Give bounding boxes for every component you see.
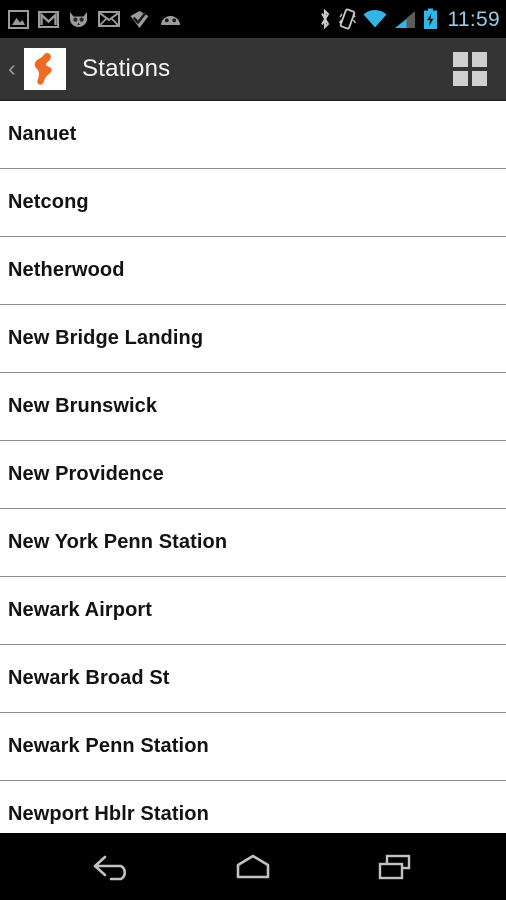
list-item-label: Newark Broad St: [8, 667, 170, 689]
wifi-icon: [363, 9, 386, 27]
cat-face-icon: [70, 11, 87, 27]
list-item[interactable]: New Brunswick: [0, 373, 506, 441]
grid-square-4: [472, 70, 487, 86]
back-button[interactable]: [76, 842, 146, 892]
up-navigation-chevron-icon[interactable]: ‹: [2, 57, 22, 80]
android-screen: 11:59 ‹ Stations Nanuet Netcong Netherwood…: [0, 0, 506, 900]
screenshot-image-icon: [8, 9, 29, 29]
gmail-icon: [38, 10, 59, 28]
home-button[interactable]: [218, 842, 288, 892]
android-head-icon: [161, 15, 180, 25]
list-item-label: New York Penn Station: [8, 531, 228, 553]
list-item[interactable]: Netcong: [0, 169, 506, 237]
email-envelope-icon: [98, 11, 120, 27]
list-item[interactable]: Newport Hblr Station: [0, 781, 506, 833]
system-navigation-bar: [0, 833, 506, 900]
status-bar-system-icons: 11:59: [318, 8, 501, 30]
list-item-label: New Bridge Landing: [8, 327, 204, 349]
grid-view-button[interactable]: [452, 51, 488, 87]
list-item[interactable]: New Providence: [0, 441, 506, 509]
checkmark-badge-icon: [130, 10, 149, 28]
list-item[interactable]: Newark Penn Station: [0, 713, 506, 781]
grid-square-3: [453, 70, 468, 86]
vibrate-icon: [338, 8, 356, 30]
list-item[interactable]: New Bridge Landing: [0, 305, 506, 373]
list-item-label: New Providence: [8, 463, 164, 485]
status-bar-clock: 11:59: [447, 7, 500, 31]
list-item-label: New Brunswick: [8, 395, 158, 417]
list-item-label: Newark Penn Station: [8, 735, 209, 757]
list-item-label: Netherwood: [8, 259, 125, 281]
list-item-label: Newark Airport: [8, 599, 153, 621]
station-list[interactable]: Nanuet Netcong Netherwood New Bridge Landin…: [0, 101, 506, 833]
list-item-label: Nanuet: [8, 123, 77, 145]
grid-square-2: [472, 51, 487, 67]
list-item-label: Newport Hblr Station: [8, 803, 209, 825]
list-item[interactable]: Netherwood: [0, 237, 506, 305]
cell-signal-icon: [394, 10, 415, 28]
new-jersey-state-icon[interactable]: [24, 47, 66, 90]
grid-square-1: [453, 51, 468, 67]
page-title: Stations: [82, 54, 171, 82]
status-bar[interactable]: 11:59: [0, 0, 506, 38]
battery-charging-icon: [423, 8, 437, 29]
status-bar-notification-icons: [8, 9, 182, 29]
bluetooth-icon: [320, 8, 329, 30]
list-item[interactable]: New York Penn Station: [0, 509, 506, 577]
list-item[interactable]: Newark Broad St: [0, 645, 506, 713]
list-item-label: Netcong: [8, 191, 89, 213]
recents-button[interactable]: [360, 842, 430, 892]
list-item[interactable]: Newark Airport: [0, 577, 506, 645]
action-bar: ‹ Stations: [0, 38, 506, 101]
list-item[interactable]: Nanuet: [0, 101, 506, 169]
